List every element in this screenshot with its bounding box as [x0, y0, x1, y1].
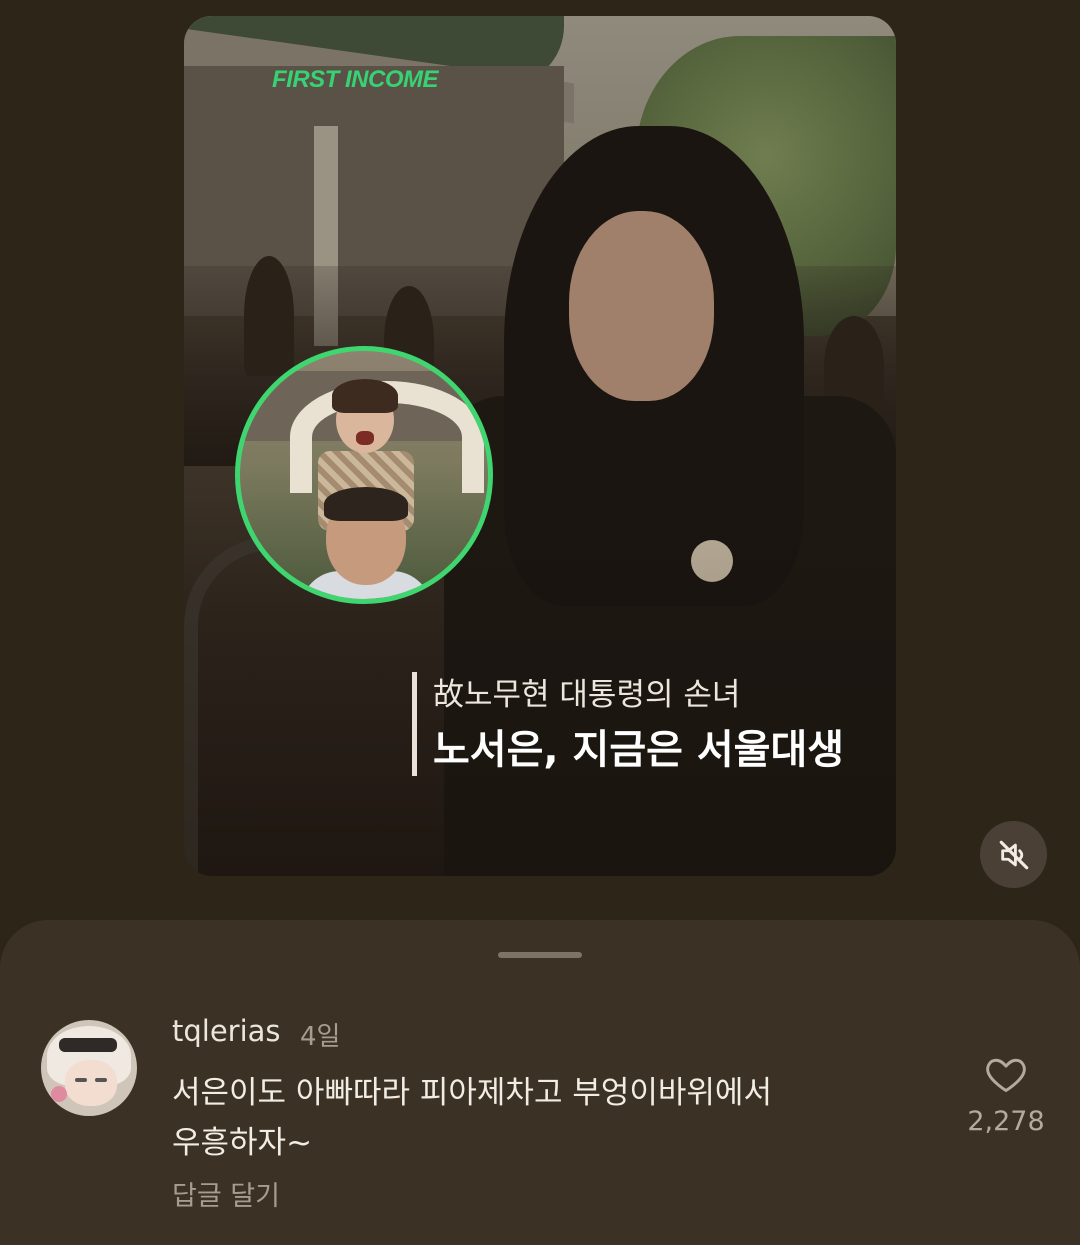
comment-text: 서은이도 아빠따라 피아제차고 부엉이바위에서 우흥하자~	[172, 1068, 872, 1168]
video-caption: 故노무현 대통령의 손녀 노서은, 지금은 서울대생	[412, 672, 844, 776]
inset-child-hair	[332, 379, 398, 413]
avatar[interactable]	[41, 1020, 137, 1116]
like-button[interactable]	[984, 1053, 1028, 1095]
avatar-headband	[59, 1038, 117, 1052]
video-caption-subtitle: 故노무현 대통령의 손녀	[433, 677, 741, 713]
mute-button[interactable]	[980, 821, 1047, 888]
avatar-flower	[51, 1086, 67, 1102]
comment-timestamp: 4일	[300, 1022, 341, 1052]
speaker-muted-icon	[999, 840, 1028, 869]
comment-username[interactable]: tqlerias	[172, 1014, 281, 1048]
comments-sheet: tqlerias 4일 서은이도 아빠따라 피아제차고 부엉이바위에서 우흥하자…	[0, 920, 1080, 1245]
sheet-drag-handle[interactable]	[498, 952, 582, 958]
video-inset-photo	[235, 346, 493, 604]
heart-outline-icon	[986, 1058, 1026, 1092]
inset-child-mouth	[356, 431, 374, 445]
video-caption-title: 노서은, 지금은 서울대생	[433, 727, 845, 773]
like-count: 2,278	[967, 1106, 1045, 1137]
comment-text-line: 서은이도 아빠따라 피아제차고 부엉이바위에서	[172, 1075, 772, 1111]
avatar-eye	[75, 1078, 87, 1082]
inset-man-hair	[324, 487, 408, 521]
reply-button[interactable]: 답글 달기	[172, 1174, 280, 1213]
avatar-eye	[95, 1078, 107, 1082]
avatar-face	[65, 1060, 117, 1106]
video-player[interactable]: 故노무현 대통령의 손녀 노서은, 지금은 서울대생	[184, 16, 896, 876]
comment-text-line: 우흥하자~	[172, 1125, 313, 1161]
video-brand-label: FIRST INCOME	[272, 66, 439, 93]
